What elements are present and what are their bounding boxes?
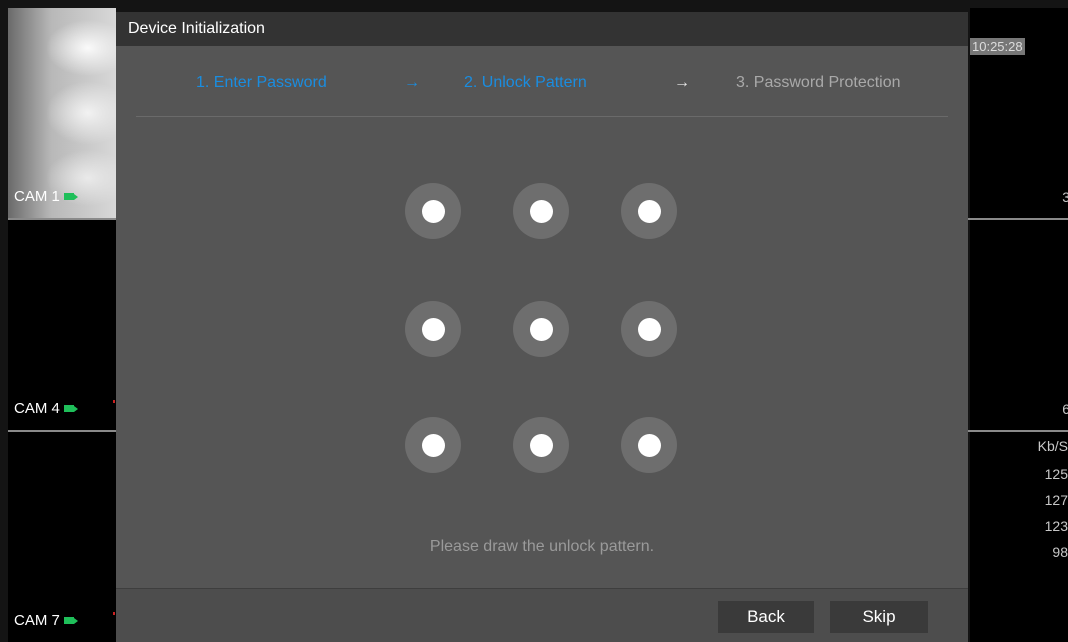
record-icon [63,193,78,200]
pattern-dot-5[interactable] [513,301,569,357]
pattern-dot-4[interactable] [405,301,461,357]
step-enter-password: 1. Enter Password [196,74,327,91]
skip-button[interactable]: Skip [830,601,928,633]
camera-view-7[interactable]: CAM 7 [8,432,116,642]
pattern-dot-8[interactable] [513,417,569,473]
grid-divider [966,218,1068,220]
camera-label: CAM 4 [14,400,78,417]
camera-view-4[interactable]: CAM 4 [8,220,116,430]
step-password-protection: 3. Password Protection [736,74,901,91]
back-button[interactable]: Back [718,601,814,633]
pattern-hint: Please draw the unlock pattern. [429,538,655,555]
pattern-dot-6[interactable] [621,301,677,357]
channel-number: 6 [1062,401,1068,417]
grid-divider [966,430,1068,432]
pattern-dot-2[interactable] [513,183,569,239]
grid-divider [8,218,120,220]
camera-label: CAM 1 [14,188,78,205]
system-time: 10:25:28 [970,38,1025,55]
record-icon [63,405,78,412]
pattern-dot-1[interactable] [405,183,461,239]
pattern-dot-7[interactable] [405,417,461,473]
motion-indicator [113,400,115,403]
bitrate-value: 123 [1044,518,1068,534]
arrow-right-icon: → [674,74,690,91]
bitrate-value: 125 [1044,466,1068,482]
bitrate-value: 127 [1044,492,1068,508]
dialog-title: Device Initialization [116,12,968,46]
pattern-dot-3[interactable] [621,183,677,239]
dialog-footer: Back Skip [116,589,968,642]
camera-view-6[interactable] [970,220,1068,430]
bitrate-value: 98 [1052,544,1068,560]
divider [136,116,948,117]
device-initialization-dialog: Device Initialization 1. Enter Password … [116,12,968,642]
arrow-right-icon: → [404,74,420,91]
step-indicator: 1. Enter Password → 2. Unlock Pattern → … [116,74,968,98]
record-icon [63,617,78,624]
step-unlock-pattern: 2. Unlock Pattern [464,74,587,91]
pattern-dot-9[interactable] [621,417,677,473]
camera-label: CAM 7 [14,612,78,629]
camera-view-1[interactable]: CAM 1 [8,8,116,218]
channel-number: 3 [1062,189,1068,205]
camera-view-9[interactable] [970,432,1068,642]
bitrate-header: Kb/S [1037,438,1068,454]
grid-divider [8,430,120,432]
motion-indicator [113,612,115,615]
